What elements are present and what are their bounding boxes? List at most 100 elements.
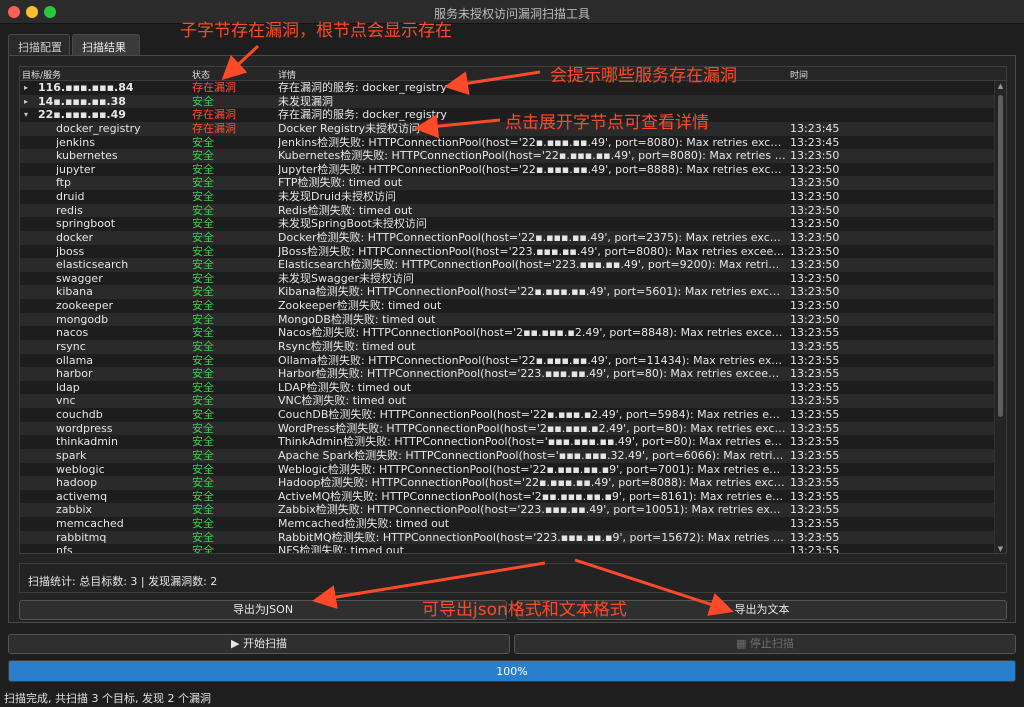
service-row[interactable]: redis 安全 Redis检测失败: timed out 13:23:50 — [20, 203, 996, 218]
service-name: docker_registry — [56, 121, 141, 135]
detail-text: ThinkAdmin检测失败: HTTPConnectionPool(host=… — [278, 435, 786, 449]
start-scan-button[interactable]: ▶ 开始扫描 — [8, 634, 510, 654]
timestamp: 13:23:55 — [790, 353, 840, 367]
timestamp: 13:23:50 — [790, 271, 840, 285]
service-row[interactable]: nfs 安全 NFS检测失败: timed out 13:23:55 — [20, 544, 996, 554]
timestamp: 13:23:50 — [790, 285, 840, 299]
service-name: zabbix — [56, 503, 93, 517]
service-row[interactable]: druid 安全 未发现Druid未授权访问 13:23:50 — [20, 190, 996, 204]
timestamp: 13:23:50 — [790, 230, 840, 244]
timestamp: 13:23:55 — [790, 435, 840, 449]
service-name: nacos — [56, 326, 89, 340]
service-row[interactable]: thinkadmin 安全 ThinkAdmin检测失败: HTTPConnecti… — [20, 435, 996, 449]
status-badge: 安全 — [192, 217, 214, 231]
timestamp: 13:23:50 — [790, 149, 840, 163]
status-badge: 安全 — [192, 258, 214, 272]
service-row[interactable]: swagger 安全 未发现Swagger未授权访问 13:23:50 — [20, 272, 996, 286]
service-row[interactable]: ldap 安全 LDAP检测失败: timed out 13:23:55 — [20, 381, 996, 395]
service-row[interactable]: hadoop 安全 Hadoop检测失败: HTTPConnectionPool(h… — [20, 476, 996, 490]
timestamp: 13:23:55 — [790, 462, 840, 476]
vertical-scrollbar[interactable]: ▲ ▼ — [994, 81, 1006, 553]
detail-text: NFS检测失败: timed out — [278, 544, 404, 554]
results-tree[interactable]: 目标/服务 状态 详情 时间 ▸ 116.▪▪▪.▪▪▪.84 存在漏洞 存在漏洞的服… — [19, 66, 1007, 554]
service-row[interactable]: rsync 安全 Rsync检测失败: timed out 13:23:55 — [20, 339, 996, 354]
service-row[interactable]: vnc 安全 VNC检测失败: timed out 13:23:55 — [20, 394, 996, 408]
service-row[interactable]: nacos 安全 Nacos检测失败: HTTPConnectionPool(hos… — [20, 326, 996, 340]
expanded-caret-icon[interactable]: ▾ — [24, 108, 34, 122]
service-row[interactable]: rabbitmq 安全 RabbitMQ检测失败: HTTPConnectionPo… — [20, 530, 996, 545]
status-badge: 安全 — [192, 339, 214, 353]
tree-body: ▸ 116.▪▪▪.▪▪▪.84 存在漏洞 存在漏洞的服务: docker_regis… — [20, 81, 996, 554]
header-time[interactable]: 时间 — [790, 68, 808, 81]
service-name: swagger — [56, 271, 103, 285]
service-row[interactable]: docker 安全 Docker检测失败: HTTPConnectionPool(h… — [20, 230, 996, 245]
service-row[interactable]: springboot 安全 未发现SpringBoot未授权访问 13:23:50 — [20, 217, 996, 231]
tab-scan-results[interactable]: 扫描结果 — [72, 34, 140, 56]
scroll-down-icon[interactable]: ▼ — [995, 544, 1006, 553]
status-badge: 安全 — [192, 367, 214, 381]
service-name: docker — [56, 230, 94, 244]
service-row[interactable]: wordpress 安全 WordPress检测失败: HTTPConnection… — [20, 421, 996, 436]
service-row[interactable]: memcached 安全 Memcached检测失败: timed out 13:23… — [20, 517, 996, 531]
service-name: jenkins — [56, 135, 95, 149]
service-row[interactable]: zabbix 安全 Zabbix检测失败: HTTPConnectionPool(h… — [20, 503, 996, 517]
service-row[interactable]: zookeeper 安全 Zookeeper检测失败: timed out 13:23… — [20, 299, 996, 313]
service-row[interactable]: couchdb 安全 CouchDB检测失败: HTTPConnectionPool… — [20, 408, 996, 422]
target-row[interactable]: ▸ 14▪.▪▪▪.▪▪.38 安全 未发现漏洞 — [20, 94, 996, 109]
service-row[interactable]: jenkins 安全 Jenkins检测失败: HTTPConnectionPool… — [20, 136, 996, 150]
detail-text: Apache Spark检测失败: HTTPConnectionPool(hos… — [278, 448, 786, 462]
detail-text: WordPress检测失败: HTTPConnectionPool(host='… — [278, 421, 786, 435]
service-row[interactable]: harbor 安全 Harbor检测失败: HTTPConnectionPool(h… — [20, 367, 996, 381]
service-row[interactable]: jupyter 安全 Jupyter检测失败: HTTPConnectionPool… — [20, 163, 996, 177]
service-row[interactable]: ollama 安全 Ollama检测失败: HTTPConnectionPool(h… — [20, 354, 996, 368]
status-badge: 安全 — [192, 544, 214, 554]
detail-text: Ollama检测失败: HTTPConnectionPool(host='22▪… — [278, 353, 786, 367]
timestamp: 13:23:50 — [790, 190, 840, 203]
detail-text: CouchDB检测失败: HTTPConnectionPool(host='22… — [278, 408, 786, 421]
service-name: wordpress — [56, 421, 113, 435]
header-detail[interactable]: 详情 — [278, 68, 296, 81]
collapsed-caret-icon[interactable]: ▸ — [24, 95, 34, 109]
service-row[interactable]: activemq 安全 ActiveMQ检测失败: HTTPConnectionPo… — [20, 490, 996, 504]
scrollbar-thumb[interactable] — [998, 95, 1003, 417]
service-row[interactable]: kibana 安全 Kibana检测失败: HTTPConnectionPool(h… — [20, 285, 996, 299]
detail-text: JBoss检测失败: HTTPConnectionPool(host='223.… — [278, 244, 786, 258]
service-row[interactable]: jboss 安全 JBoss检测失败: HTTPConnectionPool(hos… — [20, 245, 996, 259]
detail-text: Hadoop检测失败: HTTPConnectionPool(host='22▪… — [278, 476, 786, 490]
results-panel: 目标/服务 状态 详情 时间 ▸ 116.▪▪▪.▪▪▪.84 存在漏洞 存在漏洞的服… — [8, 55, 1016, 623]
target-row[interactable]: ▸ 116.▪▪▪.▪▪▪.84 存在漏洞 存在漏洞的服务: docker_regis… — [20, 81, 996, 95]
status-badge: 安全 — [192, 244, 214, 258]
status-badge: 安全 — [192, 476, 214, 490]
tab-scan-config[interactable]: 扫描配置 — [8, 34, 70, 56]
service-row[interactable]: kubernetes 安全 Kubernetes检测失败: HTTPConnecti… — [20, 149, 996, 163]
header-target-service[interactable]: 目标/服务 — [22, 68, 61, 81]
scroll-up-icon[interactable]: ▲ — [995, 81, 1006, 92]
timestamp: 13:23:50 — [790, 217, 840, 231]
service-name: kubernetes — [56, 149, 118, 163]
detail-text: ActiveMQ检测失败: HTTPConnectionPool(host='2… — [278, 489, 786, 503]
service-row[interactable]: ftp 安全 FTP检测失败: timed out 13:23:50 — [20, 176, 996, 190]
service-row[interactable]: spark 安全 Apache Spark检测失败: HTTPConnectionP… — [20, 448, 996, 463]
detail-text: Docker检测失败: HTTPConnectionPool(host='22▪… — [278, 230, 786, 244]
status-badge: 安全 — [192, 203, 214, 217]
stop-scan-button[interactable]: ▦ 停止扫描 — [514, 634, 1016, 654]
service-name: elasticsearch — [56, 258, 129, 272]
progress-label: 100% — [496, 665, 528, 678]
service-row[interactable]: weblogic 安全 Weblogic检测失败: HTTPConnectionPo… — [20, 463, 996, 477]
service-name: jupyter — [56, 162, 96, 176]
scan-stats: 扫描统计: 总目标数: 3 | 发现漏洞数: 2 — [19, 563, 1007, 593]
header-status[interactable]: 状态 — [192, 68, 210, 81]
detail-text: MongoDB检测失败: timed out — [278, 312, 436, 326]
status-badge: 安全 — [192, 408, 214, 421]
status-badge: 安全 — [192, 162, 214, 176]
collapsed-caret-icon[interactable]: ▸ — [24, 81, 34, 95]
service-row[interactable]: elasticsearch 安全 Elasticsearch检测失败: HTTPCo… — [20, 258, 996, 272]
timestamp: 13:23:55 — [790, 367, 840, 381]
detail-text: Redis检测失败: timed out — [278, 203, 413, 217]
timestamp: 13:23:50 — [790, 203, 840, 217]
service-row[interactable]: mongodb 安全 MongoDB检测失败: timed out 13:23:50 — [20, 312, 996, 327]
service-name: druid — [56, 190, 85, 203]
status-badge: 安全 — [192, 176, 214, 190]
status-badge: 安全 — [192, 230, 214, 244]
timestamp: 13:23:55 — [790, 421, 840, 435]
